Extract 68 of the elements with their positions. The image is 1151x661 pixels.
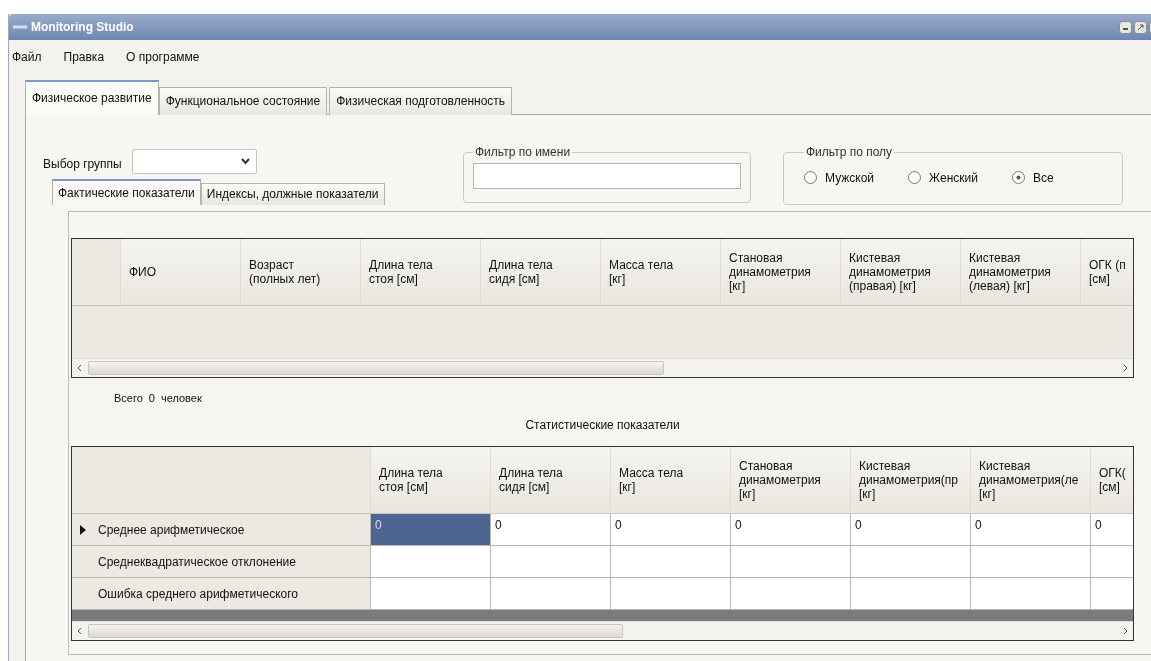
section-title: Статистические показатели — [525, 418, 680, 432]
column-header[interactable]: Длина тела сидя [см] — [490, 447, 610, 513]
column-header[interactable]: ФИО — [120, 239, 240, 305]
horizontal-scrollbar[interactable] — [72, 358, 1133, 377]
total-unit: человек — [160, 392, 202, 404]
menu-item[interactable]: Файл — [12, 50, 42, 74]
maximize-icon[interactable] — [1134, 20, 1147, 34]
column-header[interactable]: Масса тела [кг] — [600, 239, 720, 305]
column-header[interactable]: Кистевая динамометрия(пр [кг] — [850, 447, 970, 513]
name-filter-field[interactable] — [473, 163, 741, 189]
row-label: Ошибка среднего арифметического — [98, 586, 298, 601]
column-header[interactable]: Длина тела сидя [см] — [480, 239, 600, 305]
table-cell[interactable]: 0 — [730, 514, 850, 545]
row-label: Среднеквадратическое отклонение — [98, 554, 296, 569]
column-header[interactable]: Возраст (полных лет) — [240, 239, 360, 305]
radio-label: Мужской — [825, 170, 875, 185]
tab[interactable]: Функциональное состояние — [158, 87, 328, 115]
total-count: 0 — [148, 392, 155, 404]
table-cell[interactable]: 0 — [490, 514, 610, 545]
tab[interactable]: Физическая подготовленность — [329, 87, 513, 115]
tab[interactable]: Физическое развитие — [25, 80, 159, 115]
row-label: Среднее арифметическое — [98, 522, 245, 537]
column-header[interactable]: Кистевая динамометрия (правая) [кг] — [840, 239, 960, 305]
table-cell[interactable] — [490, 578, 610, 609]
radio-button[interactable] — [804, 171, 817, 184]
column-header[interactable]: Кистевая динамометрия(ле [кг] — [970, 447, 1090, 513]
horizontal-scrollbar[interactable] — [72, 621, 1133, 640]
column-header[interactable]: ОГК (п [см] — [1080, 239, 1133, 305]
window-title: Monitoring Studio — [31, 20, 135, 34]
total-label: Всего — [114, 392, 143, 404]
group-title: Фильтр по имени — [474, 145, 572, 159]
table-cell[interactable] — [970, 546, 1090, 577]
radio-label: Женский — [929, 170, 978, 185]
group-dropdown[interactable] — [131, 149, 257, 174]
table-cell[interactable]: 0 — [370, 514, 490, 545]
table-cell[interactable] — [610, 578, 730, 609]
column-header[interactable]: Масса тела [кг] — [610, 447, 730, 513]
menu-item[interactable]: Правка — [63, 50, 105, 74]
menu-item[interactable]: О программе — [126, 50, 200, 74]
column-header[interactable]: ОГК( [см] — [1090, 447, 1133, 513]
table-cell[interactable] — [730, 546, 850, 577]
chevron-down-icon — [240, 158, 250, 165]
column-header[interactable]: Кистевая динамометрия (левая) [кг] — [960, 239, 1080, 305]
table-cell[interactable] — [370, 546, 490, 577]
table-cell[interactable] — [970, 578, 1090, 609]
radio-button[interactable] — [908, 171, 922, 184]
column-header[interactable]: Длина тела стоя [см] — [360, 239, 480, 305]
table-cell[interactable]: 0 — [970, 514, 1090, 545]
column-header[interactable]: Становая динамометрия [кг] — [730, 447, 850, 513]
table-cell[interactable] — [850, 578, 970, 609]
group-title: Фильтр по полу — [805, 145, 894, 159]
tab[interactable]: Фактические показатели — [52, 179, 201, 205]
table-cell[interactable]: 0 — [1090, 514, 1133, 545]
table-cell[interactable] — [850, 546, 970, 577]
table-cell[interactable]: 0 — [850, 514, 970, 545]
radio-button[interactable] — [1011, 171, 1025, 184]
table-cell[interactable] — [370, 578, 490, 609]
table-cell[interactable]: 0 — [610, 514, 730, 545]
tab[interactable]: Индексы, должные показатели — [200, 183, 385, 205]
radio-label: Все — [1032, 170, 1054, 185]
column-header[interactable]: Становая динамометрия [кг] — [720, 239, 840, 305]
table-cell[interactable] — [610, 546, 730, 577]
app-icon — [13, 23, 27, 31]
column-header[interactable]: Длина тела стоя [см] — [370, 447, 490, 513]
table-cell[interactable] — [490, 546, 610, 577]
table-cell[interactable] — [730, 578, 850, 609]
minimize-icon[interactable] — [1119, 20, 1132, 34]
field-label: Выбор группы — [43, 157, 122, 171]
